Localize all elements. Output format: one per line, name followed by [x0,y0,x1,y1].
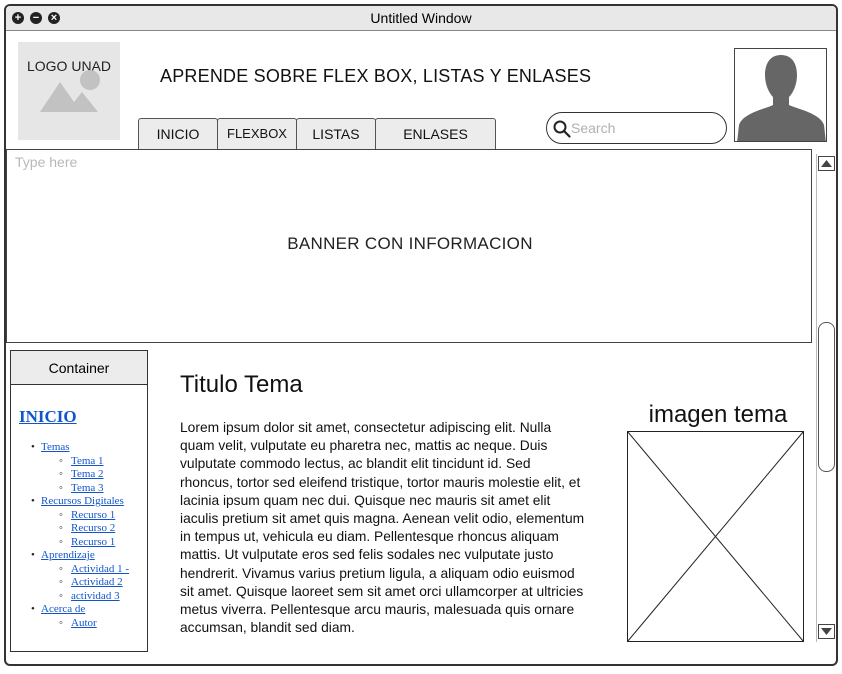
nav-link-autor[interactable]: Autor [71,617,97,629]
arrow-down-icon [821,628,832,635]
avatar[interactable] [734,48,827,142]
user-silhouette-icon [737,55,826,141]
nav-link-aprendizaje[interactable]: Aprendizaje [41,549,95,561]
scrollbar-thumb[interactable] [818,322,835,472]
nav-link-tema-2[interactable]: Tema 2 [71,468,104,480]
nav-link-recurso-2[interactable]: Recurso 2 [71,522,115,534]
nav-list: Temas Tema 1 Tema 2 Tema 3 Recursos Digi… [19,441,147,630]
scroll-down-button[interactable] [818,624,835,639]
banner-placeholder: Type here [15,154,78,170]
tab-flexbox[interactable]: FLEXBOX [217,118,297,150]
banner[interactable]: Type here BANNER CON INFORMACION [6,149,812,343]
vertical-scrollbar[interactable] [816,154,835,642]
nav-link-recursos-digitales[interactable]: Recursos Digitales [41,495,124,507]
search-input[interactable] [571,118,721,138]
sidebar-nav: INICIO Temas Tema 1 Tema 2 Tema 3 Recurs… [19,407,147,630]
nav-link-recurso-1b[interactable]: Recurso 1 [71,536,115,548]
topic-title: Titulo Tema [180,371,303,398]
nav-link-recurso-1[interactable]: Recurso 1 [71,509,115,521]
close-icon[interactable]: + [12,12,24,24]
nav-link-actividad-2[interactable]: Actividad 2 [71,576,123,588]
nav-link-temas[interactable]: Temas [41,441,70,453]
nav-link-acerca-de[interactable]: Acerca de [41,603,85,615]
sidebar-container: Container INICIO Temas Tema 1 Tema 2 Tem… [10,350,148,652]
tab-enlases[interactable]: ENLASES [375,118,496,150]
tab-inicio[interactable]: INICIO [138,118,218,150]
maximize-icon[interactable]: × [48,12,60,24]
nav-link-tema-1[interactable]: Tema 1 [71,455,104,467]
search-icon [553,120,571,138]
app-window: Untitled Window + − × LOGO UNAD APRENDE … [4,4,838,666]
image-placeholder [627,431,804,642]
nav-link-tema-3[interactable]: Tema 3 [71,482,104,494]
scroll-up-button[interactable] [818,156,835,171]
minimize-icon[interactable]: − [30,12,42,24]
sidebar-header: Container [11,351,147,385]
window-title: Untitled Window [370,10,472,26]
search-box[interactable] [546,112,727,144]
sidebar-title-link[interactable]: INICIO [19,407,147,427]
page-heading: APRENDE SOBRE FLEX BOX, LISTAS Y ENLASES [160,66,592,86]
tab-listas[interactable]: LISTAS [296,118,376,150]
banner-text: BANNER CON INFORMACION [287,234,533,253]
title-bar: Untitled Window + − × [6,6,836,31]
image-placeholder-icon [40,70,100,112]
nav-link-actividad-3[interactable]: actividad 3 [71,590,120,602]
arrow-up-icon [821,160,832,167]
nav-link-actividad-1[interactable]: Actividad 1 - [71,563,129,575]
image-title: imagen tema [648,401,788,428]
topic-body-text: Lorem ipsum dolor sit amet, consectetur … [180,420,585,636]
logo: LOGO UNAD [18,42,120,140]
